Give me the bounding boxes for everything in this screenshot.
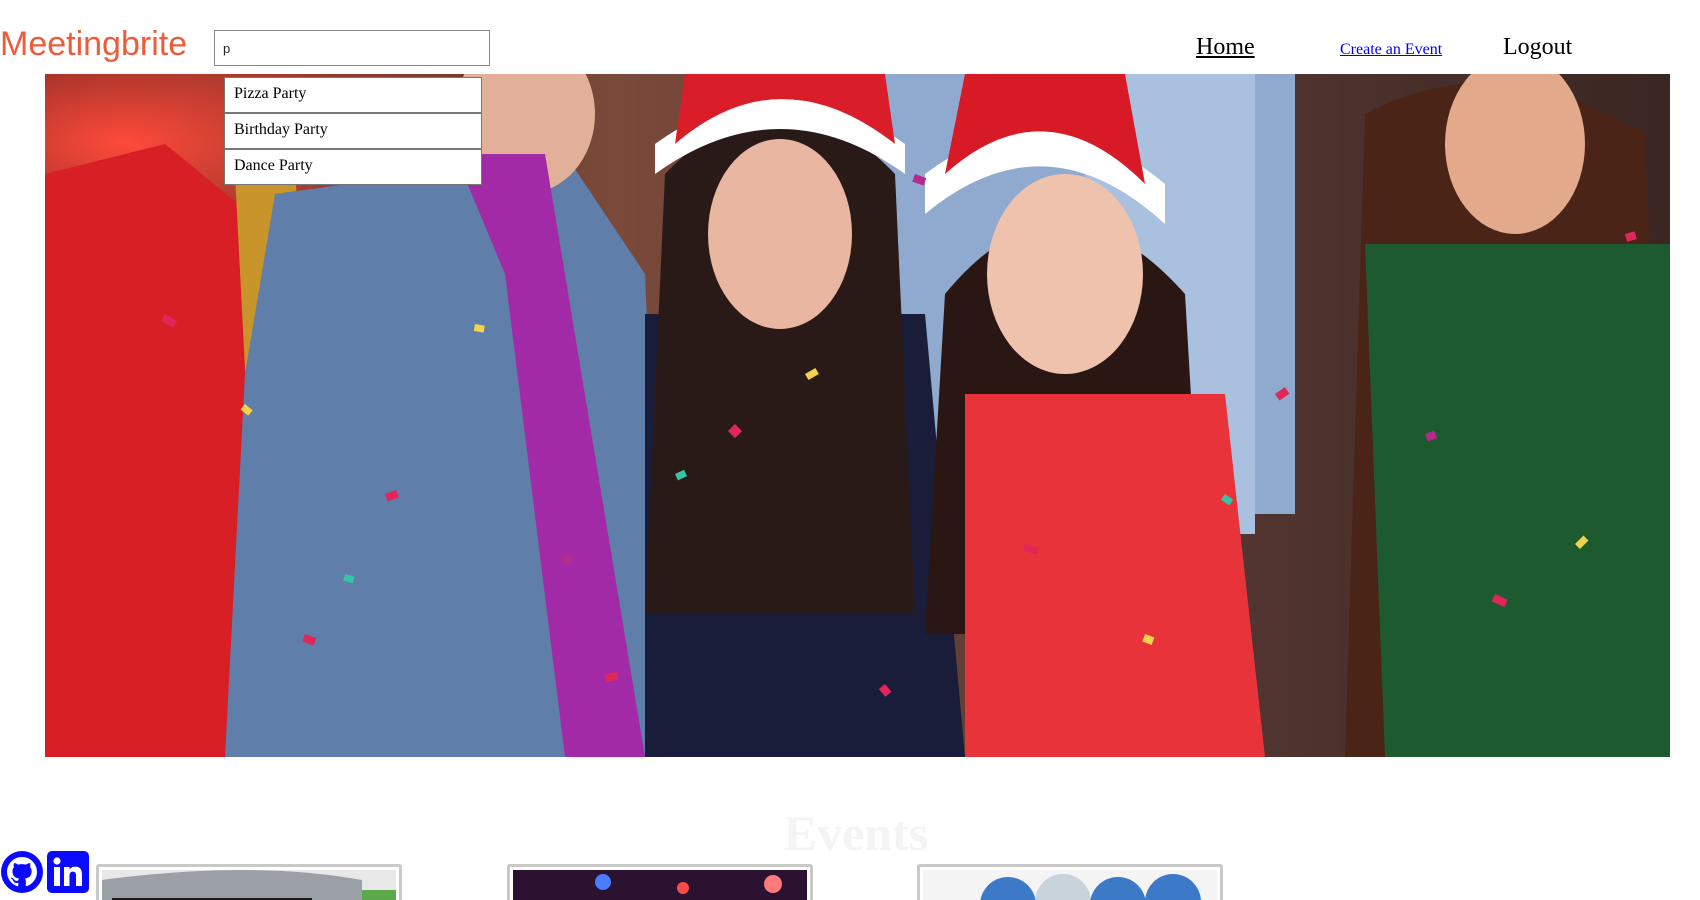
event-card[interactable] xyxy=(96,864,402,900)
events-title: Events xyxy=(783,805,929,861)
event-card-image xyxy=(923,870,1217,900)
search-suggestions: Pizza Party Birthday Party Dance Party xyxy=(224,77,482,185)
suggestion-item[interactable]: Pizza Party xyxy=(224,77,482,113)
brand-logo[interactable]: Meetingbrite xyxy=(0,24,187,64)
event-card[interactable] xyxy=(507,864,813,900)
event-card-image xyxy=(513,870,807,900)
github-icon[interactable] xyxy=(0,850,44,894)
event-card[interactable] xyxy=(917,864,1223,900)
search-input[interactable] xyxy=(214,30,490,66)
event-card-image xyxy=(102,870,396,900)
suggestion-item[interactable]: Dance Party xyxy=(224,149,482,185)
nav-create-event-link[interactable]: Create an Event xyxy=(1340,41,1442,59)
linkedin-icon[interactable] xyxy=(46,850,90,894)
suggestion-item[interactable]: Birthday Party xyxy=(224,113,482,149)
social-links xyxy=(0,850,90,894)
nav-home-link[interactable]: Home xyxy=(1196,34,1255,61)
nav-logout-link[interactable]: Logout xyxy=(1503,34,1572,61)
page: Meetingbrite Home Create an Event Logout xyxy=(0,0,1700,900)
